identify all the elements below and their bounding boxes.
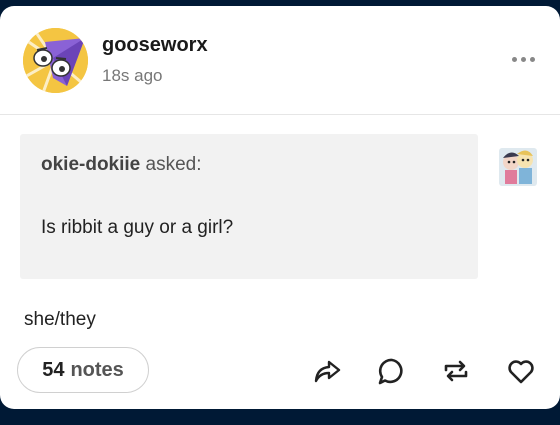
asker-line: okie-dokiie asked: [41, 154, 202, 176]
notes-button[interactable]: 54 notes [17, 347, 149, 393]
notes-label: notes [70, 358, 124, 381]
heart-icon[interactable] [506, 356, 536, 386]
author-avatar[interactable] [23, 28, 88, 93]
ask-question: Is ribbit a guy or a girl? [41, 217, 234, 238]
post-timestamp: 18s ago [102, 66, 163, 85]
post-card: gooseworx 18s ago okie-dokiie asked: Is … [0, 6, 560, 409]
post-header: gooseworx 18s ago [0, 6, 560, 115]
ask-box: okie-dokiie asked: Is ribbit a guy or a … [20, 134, 478, 279]
asker-username[interactable]: okie-dokiie [41, 154, 140, 175]
reblog-icon[interactable] [441, 356, 471, 386]
dot [511, 56, 517, 62]
notes-count: 54 [42, 358, 65, 381]
author-username[interactable]: gooseworx [102, 34, 208, 57]
asker-avatar-image [499, 148, 537, 186]
dot [520, 56, 526, 62]
answer-text: she/they [24, 309, 96, 330]
asker-avatar[interactable] [499, 148, 537, 186]
avatar-image [23, 28, 88, 93]
dot [529, 56, 535, 62]
reply-icon[interactable] [377, 356, 407, 386]
asked-label: asked: [145, 154, 202, 175]
share-icon[interactable] [312, 356, 342, 386]
more-options-icon[interactable] [508, 52, 538, 66]
